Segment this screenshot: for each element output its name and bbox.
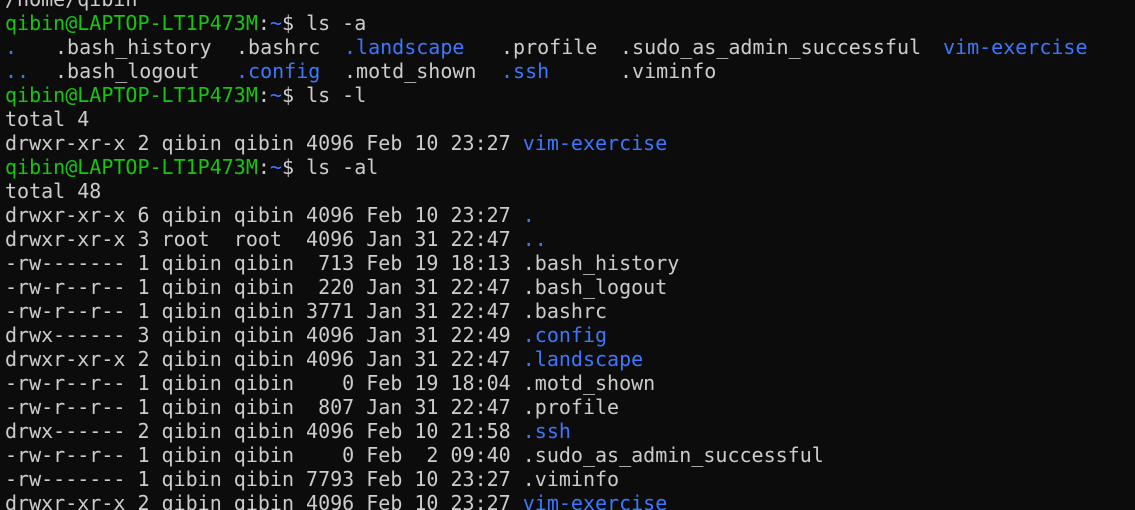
directory-entry: .. [522, 227, 547, 251]
listing-row: -rw-r--r-- 1 qibin qibin 220 Jan 31 22:4… [5, 275, 667, 299]
file-entry: .bash_logout [522, 275, 668, 299]
total-text: total 4 [5, 107, 90, 131]
prompt-line: qibin@LAPTOP-LT1P473M:~$ ls -l [5, 83, 366, 107]
file-entry: .sudo_as_admin_successful [620, 35, 922, 59]
prompt-cwd: ~ [269, 83, 282, 107]
listing-row: drwxr-xr-x 6 qibin qibin 4096 Feb 10 23:… [5, 203, 535, 227]
command-text: ls -al [306, 155, 379, 179]
directory-entry: .config [522, 323, 608, 347]
entry-details: drwxr-xr-x 3 root root 4096 Jan 31 22:47 [5, 227, 523, 251]
total-line: total 4 [5, 107, 89, 131]
directory-entry: .. [5, 59, 30, 83]
file-entry: .motd_shown [344, 59, 477, 83]
file-entry: .bashrc [522, 299, 608, 323]
entry-details: drwx------ 3 qibin qibin 4096 Jan 31 22:… [5, 323, 523, 347]
directory-entry: .landscape [522, 347, 644, 371]
total-text: total 48 [5, 179, 102, 203]
directory-entry: .landscape [344, 35, 465, 59]
listing-row: -rw------- 1 qibin qibin 7793 Feb 10 23:… [5, 467, 619, 491]
directory-entry: .ssh [522, 419, 571, 443]
entry-details: -rw------- 1 qibin qibin 713 Feb 19 18:1… [5, 251, 523, 275]
terminal-window[interactable]: /home/qibinqibin@LAPTOP-LT1P473M:~$ ls -… [0, 0, 1135, 510]
command-text: ls -l [306, 83, 367, 107]
file-entry: .sudo_as_admin_successful [522, 443, 824, 467]
listing-row: -rw-r--r-- 1 qibin qibin 807 Jan 31 22:4… [5, 395, 619, 419]
entry-details: -rw-r--r-- 1 qibin qibin 3771 Jan 31 22:… [5, 299, 523, 323]
command-text: ls -a [306, 11, 367, 35]
listing-row: -rw-r--r-- 1 qibin qibin 0 Feb 2 09:40 .… [5, 443, 824, 467]
directory-entry: vim-exercise [522, 491, 668, 510]
entry-details: -rw-r--r-- 1 qibin qibin 0 Feb 19 18:04 [5, 371, 523, 395]
scrolled-output-line: /home/qibin [5, 0, 137, 11]
listing-row: drwxr-xr-x 2 qibin qibin 4096 Jan 31 22:… [5, 347, 643, 371]
listing-row: drwxr-xr-x 2 qibin qibin 4096 Feb 10 23:… [5, 131, 667, 155]
file-entry: .bash_logout [55, 59, 200, 83]
file-entry: .motd_shown [522, 371, 656, 395]
entry-details: drwxr-xr-x 2 qibin qibin 4096 Feb 10 23:… [5, 491, 523, 510]
file-entry: .viminfo [522, 467, 620, 491]
file-entry: .bash_history [522, 251, 680, 275]
listing-row: -rw-r--r-- 1 qibin qibin 3771 Jan 31 22:… [5, 299, 607, 323]
file-entry: .bashrc [236, 35, 321, 59]
entry-details: drwx------ 2 qibin qibin 4096 Feb 10 21:… [5, 419, 523, 443]
prompt-separator: : [257, 83, 270, 107]
file-entry: .bash_history [55, 35, 212, 59]
file-entry: .viminfo [620, 59, 717, 83]
listing-row: drwxr-xr-x 3 root root 4096 Jan 31 22:47… [5, 227, 547, 251]
prompt-separator: : [257, 155, 270, 179]
listing-row: -rw-r--r-- 1 qibin qibin 0 Feb 19 18:04 … [5, 371, 655, 395]
prompt-separator: : [257, 11, 270, 35]
output-text: /home/qibin [5, 0, 137, 11]
prompt-user-host: qibin@LAPTOP-LT1P473M [5, 83, 258, 107]
prompt-user-host: qibin@LAPTOP-LT1P473M [5, 155, 258, 179]
ls-a-row: .. .bash_logout .config .motd_shown .ssh .vim… [0, 59, 1135, 83]
directory-entry: . [522, 203, 535, 227]
listing-row: drwx------ 2 qibin qibin 4096 Feb 10 21:… [5, 419, 571, 443]
prompt-symbol: $ [281, 83, 295, 107]
prompt-cwd: ~ [269, 11, 282, 35]
entry-details: drwxr-xr-x 6 qibin qibin 4096 Feb 10 23:… [5, 203, 523, 227]
prompt-line: qibin@LAPTOP-LT1P473M:~$ ls -al [5, 155, 378, 179]
entry-details: drwxr-xr-x 2 qibin qibin 4096 Jan 31 22:… [5, 347, 523, 371]
prompt-symbol: $ [281, 155, 295, 179]
entry-details: drwxr-xr-x 2 qibin qibin 4096 Feb 10 23:… [5, 131, 523, 155]
file-entry: .profile [522, 395, 620, 419]
file-entry: .profile [501, 35, 598, 59]
entry-details: -rw-r--r-- 1 qibin qibin 220 Jan 31 22:4… [5, 275, 523, 299]
directory-entry: vim-exercise [943, 35, 1088, 59]
directory-entry: . [5, 35, 18, 59]
ls-a-row: . .bash_history .bashrc .landscape .profile.… [0, 35, 1135, 59]
prompt-line: qibin@LAPTOP-LT1P473M:~$ ls -a [5, 11, 366, 35]
prompt-user-host: qibin@LAPTOP-LT1P473M [5, 11, 258, 35]
listing-row: drwx------ 3 qibin qibin 4096 Jan 31 22:… [5, 323, 607, 347]
listing-row: -rw------- 1 qibin qibin 713 Feb 19 18:1… [5, 251, 679, 275]
entry-details: -rw-r--r-- 1 qibin qibin 0 Feb 2 09:40 [5, 443, 523, 467]
entry-details: -rw------- 1 qibin qibin 7793 Feb 10 23:… [5, 467, 523, 491]
listing-row: drwxr-xr-x 2 qibin qibin 4096 Feb 10 23:… [5, 491, 667, 510]
directory-entry: .config [236, 59, 321, 83]
prompt-cwd: ~ [269, 155, 282, 179]
prompt-symbol: $ [281, 11, 295, 35]
entry-details: -rw-r--r-- 1 qibin qibin 807 Jan 31 22:4… [5, 395, 523, 419]
total-line: total 48 [5, 179, 101, 203]
directory-entry: .ssh [501, 59, 550, 83]
directory-entry: vim-exercise [522, 131, 668, 155]
